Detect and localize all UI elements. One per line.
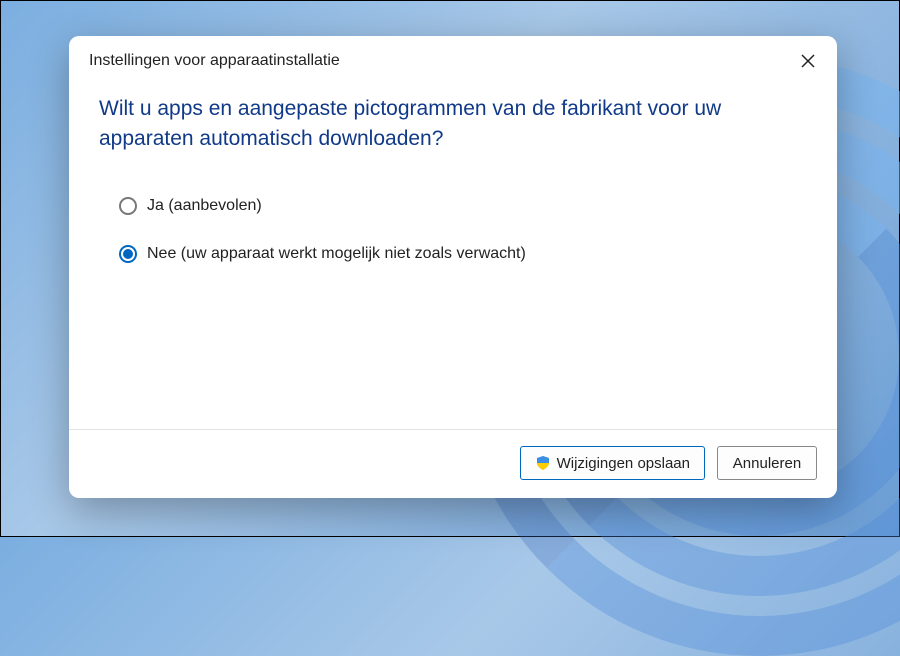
option-yes[interactable]: Ja (aanbevolen) [119,197,807,215]
cancel-button-label: Annuleren [733,455,801,472]
radio-icon [119,245,137,263]
uac-shield-icon [535,455,551,471]
option-yes-label: Ja (aanbevolen) [147,197,262,215]
dialog-footer: Wijzigingen opslaan Annuleren [69,429,837,498]
dialog-titlebar: Instellingen voor apparaatinstallatie [69,36,837,80]
cancel-button[interactable]: Annuleren [717,446,817,480]
device-install-settings-dialog: Instellingen voor apparaatinstallatie Wi… [69,36,837,498]
dialog-heading: Wilt u apps en aangepaste pictogrammen v… [99,94,807,155]
option-no[interactable]: Nee (uw apparaat werkt mogelijk niet zoa… [119,245,807,263]
close-button[interactable] [793,46,823,76]
download-option-group: Ja (aanbevolen) Nee (uw apparaat werkt m… [99,197,807,263]
radio-icon [119,197,137,215]
close-icon [801,54,815,68]
dialog-title: Instellingen voor apparaatinstallatie [89,52,340,70]
dialog-content: Wilt u apps en aangepaste pictogrammen v… [69,80,837,429]
option-no-label: Nee (uw apparaat werkt mogelijk niet zoa… [147,245,526,263]
save-button[interactable]: Wijzigingen opslaan [520,446,705,480]
save-button-label: Wijzigingen opslaan [557,455,690,472]
